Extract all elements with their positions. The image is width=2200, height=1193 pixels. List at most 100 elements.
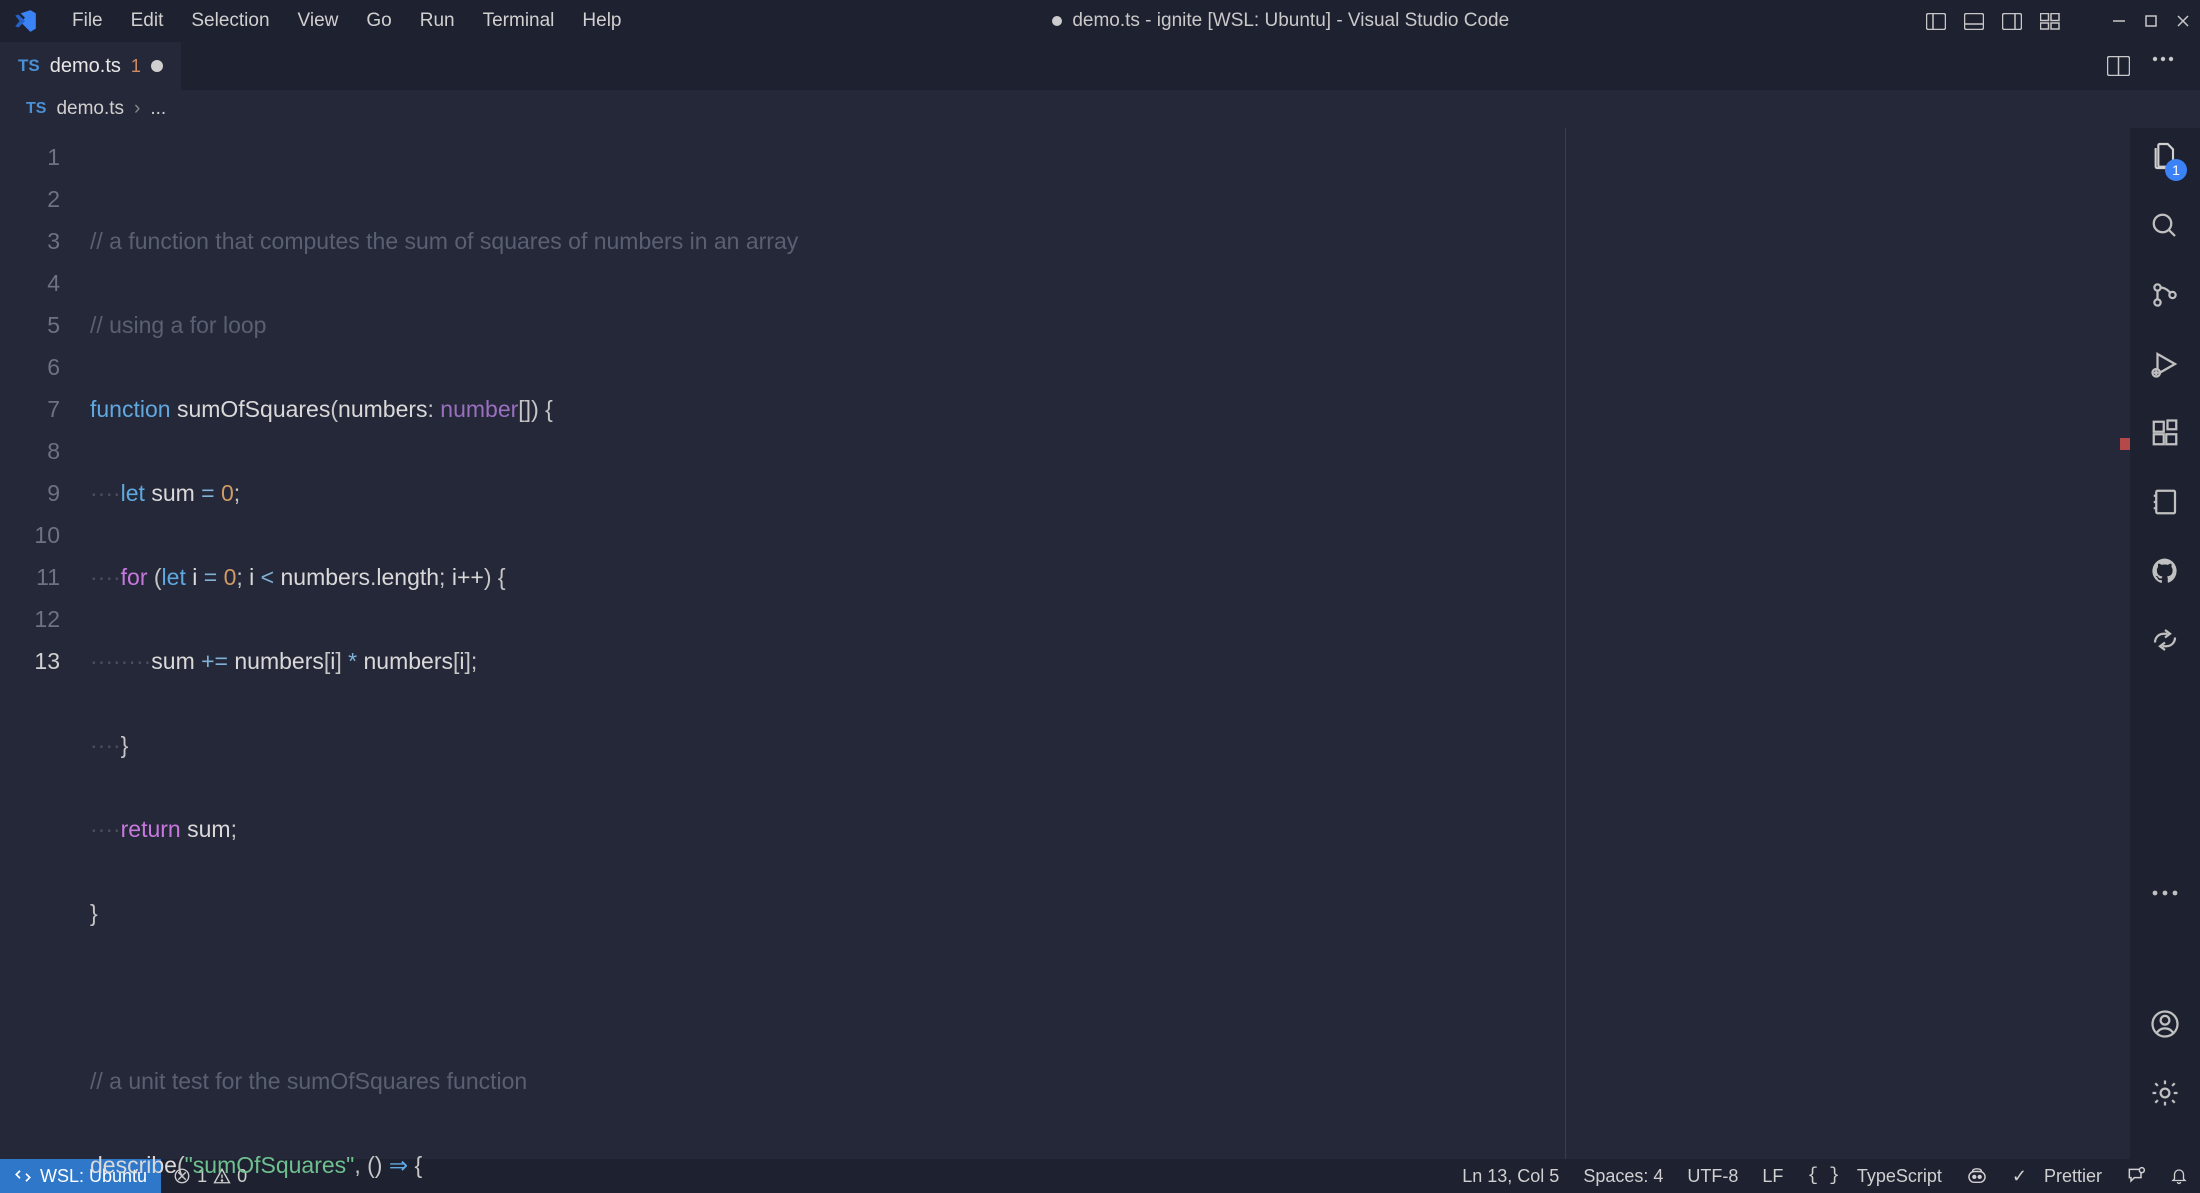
window-title: demo.ts - ignite [WSL: Ubuntu] - Visual … [636,10,1927,32]
line-number: 10 [0,514,60,556]
chevron-right-icon: › [134,98,140,120]
minimize-button[interactable] [2112,14,2126,28]
menu-selection[interactable]: Selection [177,6,283,36]
code-text: ) { [531,396,553,422]
window-controls [1926,13,2190,30]
layout-toggle-right-icon[interactable] [2002,13,2022,30]
live-share-icon[interactable] [2150,625,2180,660]
bell-icon[interactable] [2158,1166,2200,1187]
code-text: sum [151,648,194,674]
line-number: 3 [0,220,60,262]
code-text: sum [151,480,194,506]
code-text: ( [147,564,161,590]
line-number: 5 [0,304,60,346]
notebook-icon[interactable] [2150,487,2180,522]
more-actions-icon[interactable] [2152,56,2174,76]
source-control-icon[interactable] [2150,280,2180,315]
typescript-icon: TS [26,100,46,118]
code-text: * [348,648,357,674]
code-text: let [162,564,186,590]
editor-ruler [1565,128,1566,1159]
close-button[interactable] [2176,14,2190,28]
layout-customize-icon[interactable] [2040,13,2060,30]
code-text: } [121,732,129,758]
code-text: // a function that computes the sum of s… [90,228,798,254]
activity-bar: 1 [2130,128,2200,1159]
tab-demo-ts[interactable]: TS demo.ts 1 [0,42,181,90]
code-text: numbers [234,648,323,674]
minimap[interactable] [2100,128,2130,1159]
menu-file[interactable]: File [58,6,117,36]
code-text: < [254,564,280,590]
code-text: ] [335,648,348,674]
code-text: ) { [484,564,506,590]
menu-edit[interactable]: Edit [117,6,178,36]
explorer-badge: 1 [2165,159,2187,181]
maximize-button[interactable] [2144,14,2158,28]
layout-toggle-bottom-icon[interactable] [1964,13,1984,30]
editor[interactable]: 1 2 3 4 5 6 7 8 9 10 11 12 13 // a funct… [0,128,2130,1159]
code-text: describe [90,1152,177,1178]
line-number: 4 [0,262,60,304]
line-number: 6 [0,346,60,388]
breadcrumb-file[interactable]: demo.ts [56,98,124,120]
dirty-dot-icon [1052,16,1062,26]
github-icon[interactable] [2150,556,2180,591]
search-icon[interactable] [2150,211,2180,246]
code-text: = [195,480,221,506]
code-text: sumOfSquares [177,396,330,422]
code-text: i++ [452,564,484,590]
settings-gear-icon[interactable] [2150,1078,2180,1113]
vscode-logo-icon [10,6,40,36]
code-content[interactable]: // a function that computes the sum of s… [90,128,2100,1159]
extensions-icon[interactable] [2150,418,2180,453]
title-bar: File Edit Selection View Go Run Terminal… [0,0,2200,42]
code-text: numbers [364,648,453,674]
code-text: // a unit test for the sumOfSquares func… [90,1068,527,1094]
code-text: = [197,564,223,590]
code-text: numbers [338,396,427,422]
code-text: let [121,480,145,506]
menu-view[interactable]: View [284,6,353,36]
line-number: 12 [0,598,60,640]
breadcrumb[interactable]: TS demo.ts › ... [0,90,2200,128]
typescript-icon: TS [18,56,40,76]
code-text: { [415,1152,423,1178]
code-text: return [121,816,181,842]
tab-filename: demo.ts [50,55,121,78]
run-debug-icon[interactable] [2150,349,2180,384]
menu-help[interactable]: Help [568,6,635,36]
code-text: // using a for loop [90,312,266,338]
code-text: : [428,396,441,422]
menu-run[interactable]: Run [406,6,469,36]
code-text: } [90,900,98,926]
line-gutter: 1 2 3 4 5 6 7 8 9 10 11 12 13 [0,128,90,1159]
code-text: ( [177,1152,185,1178]
code-text: sum [187,816,230,842]
breadcrumb-symbol[interactable]: ... [150,98,166,120]
code-text: ; [234,480,240,506]
layout-toggle-left-icon[interactable] [1926,13,1946,30]
menu-go[interactable]: Go [352,6,405,36]
line-number: 11 [0,556,60,598]
line-number: 9 [0,472,60,514]
tab-dirty-icon [151,60,163,72]
code-text: function [90,396,171,422]
explorer-icon[interactable]: 1 [2149,140,2181,177]
window-title-text: demo.ts - ignite [WSL: Ubuntu] - Visual … [1072,10,1509,32]
code-text: ; [439,564,452,590]
code-text: [] [518,396,531,422]
split-editor-icon[interactable] [2107,56,2130,76]
menu-terminal[interactable]: Terminal [469,6,569,36]
accounts-icon[interactable] [2150,1009,2180,1044]
more-icon[interactable] [2152,883,2178,901]
line-number: 1 [0,136,60,178]
feedback-icon[interactable] [2114,1166,2158,1187]
code-text: () [367,1152,382,1178]
tab-bar: TS demo.ts 1 [0,42,2200,90]
tab-problem-count: 1 [131,56,141,77]
minimap-error-marker [2120,438,2130,450]
code-text: , [354,1152,367,1178]
code-text: length [376,564,439,590]
line-number: 13 [0,640,60,682]
